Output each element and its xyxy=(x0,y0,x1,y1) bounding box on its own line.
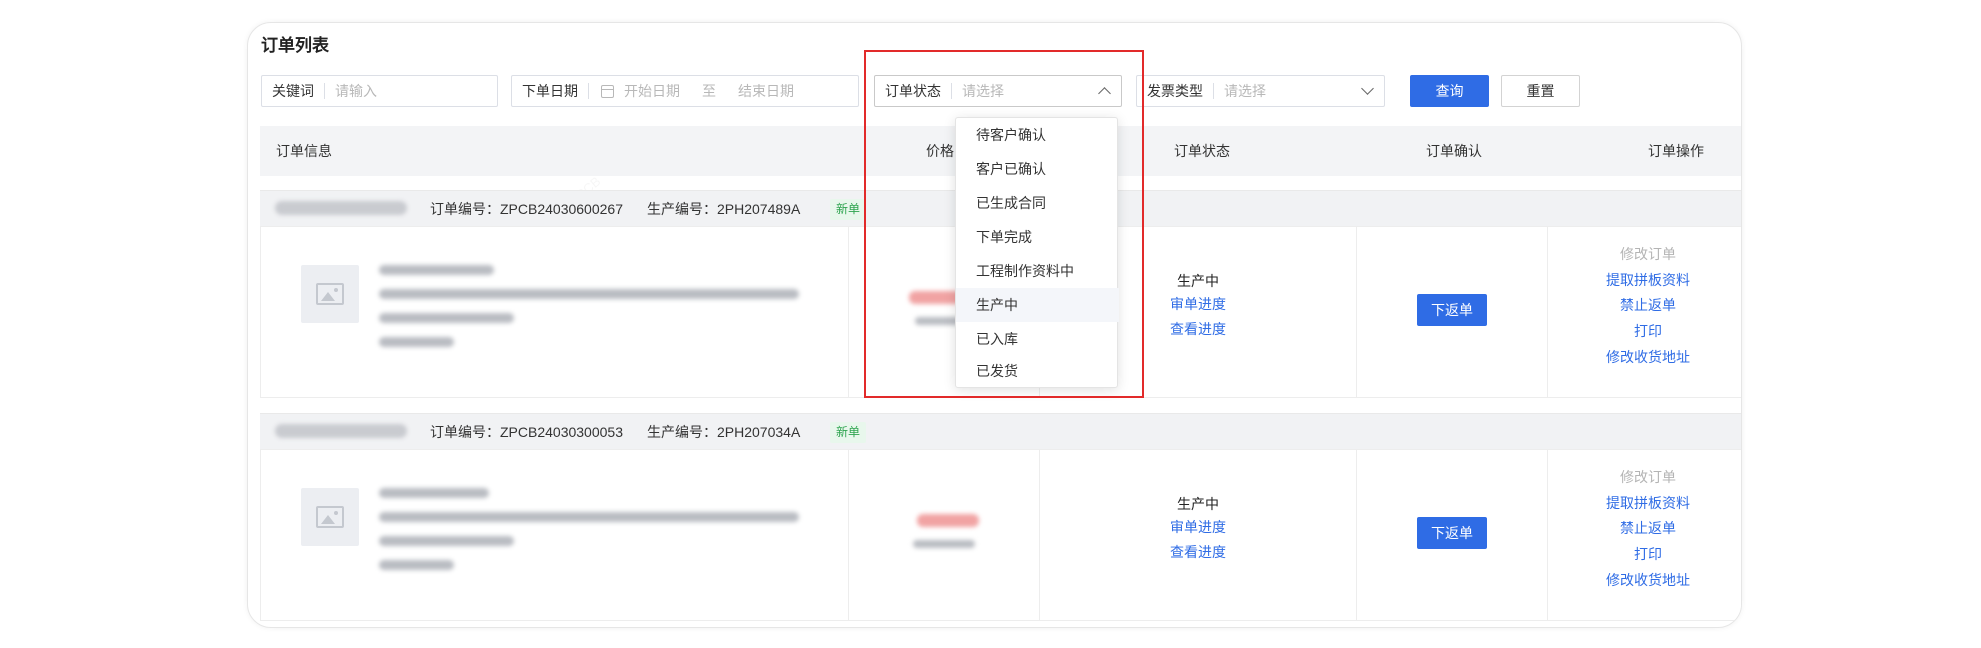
new-order-badge: 新单 xyxy=(830,422,867,443)
print-link[interactable]: 打印 xyxy=(1573,321,1723,341)
invoice-type-select[interactable]: 发票类型 请选择 xyxy=(1136,75,1385,107)
edit-order-link[interactable]: 修改订单 xyxy=(1573,244,1723,264)
blurred-invoice-line xyxy=(379,536,514,546)
status-option-contract-generated[interactable]: 已生成合同 xyxy=(956,186,1119,220)
column-divider xyxy=(1547,450,1548,620)
order-date-label: 下单日期 xyxy=(512,83,589,99)
edit-order-link[interactable]: 修改订单 xyxy=(1573,467,1723,487)
product-thumbnail xyxy=(301,488,359,546)
status-option-engineering[interactable]: 工程制作资料中 xyxy=(956,254,1119,288)
blurred-quantity-line xyxy=(379,337,454,347)
order-number: 订单编号：ZPCB24030600267 xyxy=(430,201,623,217)
blurred-file-name xyxy=(379,265,494,275)
blurred-file-name xyxy=(379,488,489,498)
status-option-in-production[interactable]: 生产中 xyxy=(956,288,1119,322)
review-progress-link[interactable]: 审单进度 xyxy=(1123,517,1273,537)
chevron-down-icon xyxy=(1361,82,1374,95)
column-divider xyxy=(1356,227,1357,397)
edit-address-link[interactable]: 修改收货地址 xyxy=(1573,570,1723,590)
blurred-price xyxy=(917,514,979,527)
order-status-dropdown: 待客户确认 客户已确认 已生成合同 下单完成 工程制作资料中 生产中 已入库 已… xyxy=(955,117,1119,388)
order-status-label: 订单状态 xyxy=(875,83,952,99)
header-order-actions: 订单操作 xyxy=(1648,143,1704,159)
order-status-placeholder: 请选择 xyxy=(962,83,1004,99)
blurred-invoice-line xyxy=(379,313,514,323)
blurred-spec-line xyxy=(379,289,799,299)
forbid-reorder-link[interactable]: 禁止返单 xyxy=(1573,518,1723,538)
reorder-button[interactable]: 下返单 xyxy=(1417,517,1487,549)
invoice-type-label: 发票类型 xyxy=(1137,83,1214,99)
extract-panel-data-link[interactable]: 提取拼板资料 xyxy=(1573,493,1723,513)
print-link[interactable]: 打印 xyxy=(1573,544,1723,564)
blurred-quantity-line xyxy=(379,560,454,570)
forbid-reorder-link[interactable]: 禁止返单 xyxy=(1573,295,1723,315)
header-order-status: 订单状态 xyxy=(1174,143,1230,159)
view-progress-link[interactable]: 查看进度 xyxy=(1123,319,1273,339)
start-date-input[interactable]: 开始日期 xyxy=(614,81,680,101)
edit-address-link[interactable]: 修改收货地址 xyxy=(1573,347,1723,367)
image-placeholder-icon xyxy=(316,283,344,305)
header-order-confirm: 订单确认 xyxy=(1426,143,1482,159)
review-progress-link[interactable]: 审单进度 xyxy=(1123,294,1273,314)
order-status: 生产中 xyxy=(1177,273,1219,289)
product-thumbnail xyxy=(301,265,359,323)
reset-button[interactable]: 重置 xyxy=(1501,75,1580,107)
order-status: 生产中 xyxy=(1177,496,1219,512)
order-number: 订单编号：ZPCB24030300053 xyxy=(430,424,623,440)
keyword-filter[interactable]: 关键词 请输入 xyxy=(261,75,498,107)
column-divider xyxy=(1356,450,1357,620)
new-order-badge: 新单 xyxy=(830,199,867,220)
blurred-price-note xyxy=(913,540,975,548)
production-number: 生产编号：2PH207489A xyxy=(647,201,801,217)
order-date-filter[interactable]: 下单日期 开始日期 至 结束日期 xyxy=(511,75,859,107)
status-option-customer-confirmed[interactable]: 客户已确认 xyxy=(956,152,1119,186)
chevron-up-icon xyxy=(1098,87,1111,100)
invoice-type-placeholder: 请选择 xyxy=(1224,83,1266,99)
status-option-order-complete[interactable]: 下单完成 xyxy=(956,220,1119,254)
order-date-blurred xyxy=(275,201,407,215)
header-order-info: 订单信息 xyxy=(276,143,332,159)
page-title: 订单列表 xyxy=(261,36,329,55)
status-option-in-stock[interactable]: 已入库 xyxy=(956,322,1119,356)
column-divider xyxy=(1039,450,1040,620)
keyword-label: 关键词 xyxy=(262,83,325,99)
order-group-header: 订单编号：ZPCB24030300053 生产编号：2PH207034A 新单 xyxy=(260,413,1741,449)
column-divider xyxy=(1547,227,1548,397)
keyword-input[interactable]: 请输入 xyxy=(325,81,377,101)
status-option-pending-customer[interactable]: 待客户确认 xyxy=(956,118,1119,152)
reorder-button[interactable]: 下返单 xyxy=(1417,294,1487,326)
view-progress-link[interactable]: 查看进度 xyxy=(1123,542,1273,562)
date-separator: 至 xyxy=(702,83,716,99)
image-placeholder-icon xyxy=(316,506,344,528)
blurred-spec-line xyxy=(379,512,799,522)
header-price: 价格 xyxy=(926,143,954,159)
column-divider xyxy=(848,450,849,620)
production-number: 生产编号：2PH207034A xyxy=(647,424,801,440)
table-row: 生产中 审单进度 查看进度 下返单 修改订单 提取拼板资料 禁止返单 打印 修改… xyxy=(260,449,1741,621)
end-date-input[interactable]: 结束日期 xyxy=(738,81,794,101)
query-button[interactable]: 查询 xyxy=(1410,75,1489,107)
order-date-blurred xyxy=(275,424,407,438)
column-divider xyxy=(848,227,849,397)
calendar-icon xyxy=(601,84,614,98)
extract-panel-data-link[interactable]: 提取拼板资料 xyxy=(1573,270,1723,290)
status-option-shipped[interactable]: 已发货 xyxy=(956,354,1119,388)
order-status-select[interactable]: 订单状态 请选择 xyxy=(874,75,1122,107)
